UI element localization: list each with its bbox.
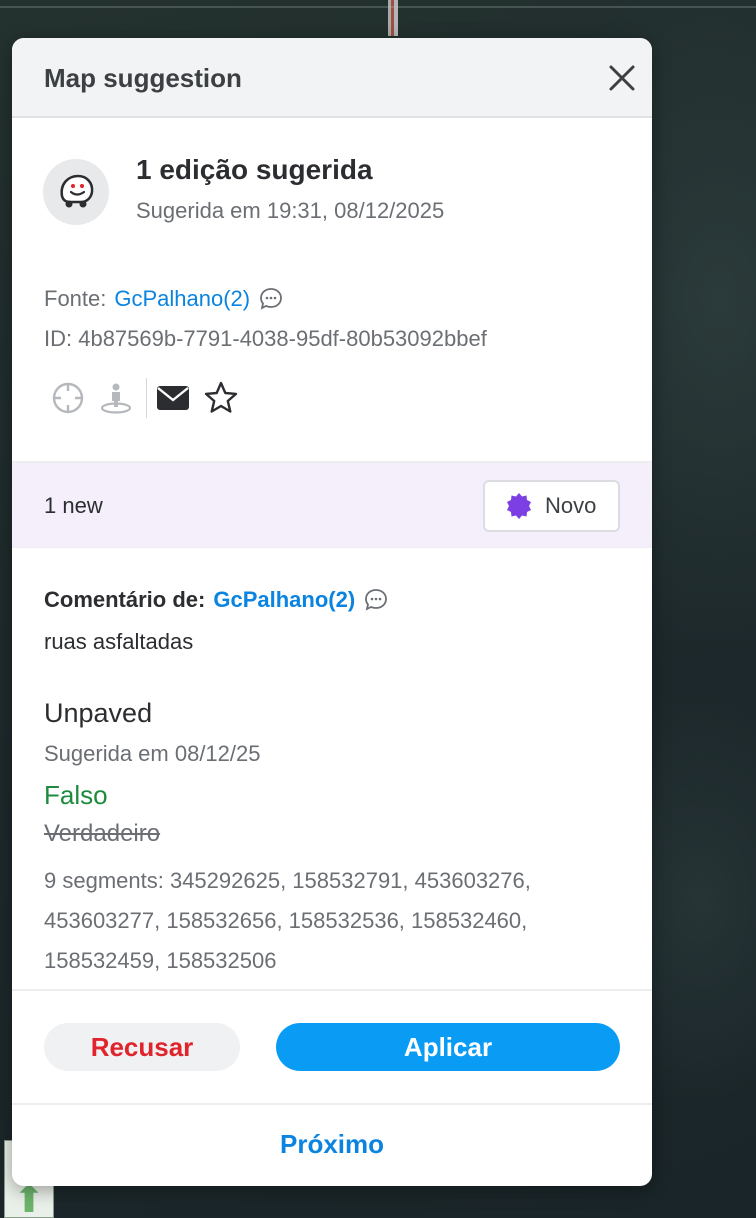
old-value: Verdadeiro	[44, 820, 161, 847]
attribute-name: Unpaved	[44, 698, 153, 728]
star-icon	[204, 381, 238, 413]
panel-header: Map suggestion	[12, 38, 652, 118]
new-status-bar: 1 new Novo	[12, 463, 652, 548]
suggestion-timestamp: Sugerida em 19:31, 08/12/2025	[136, 198, 445, 223]
action-row	[48, 376, 249, 420]
novo-badge-label: Novo	[545, 493, 597, 518]
chat-icon[interactable]	[258, 286, 284, 312]
suggestion-id: ID: 4b87569b-7791-4038-95df-80b53092bbef	[44, 326, 487, 351]
suggestion-detail: Comentário de: GcPalhano(2) ruas asfalta…	[12, 548, 652, 991]
action-divider	[146, 378, 147, 418]
next-button[interactable]: Próximo	[12, 1129, 652, 1160]
message-button[interactable]	[153, 378, 193, 418]
street-view-button[interactable]	[96, 378, 136, 418]
crosshair-icon	[52, 382, 84, 414]
comment-label: Comentário de:	[44, 587, 206, 612]
segments-list: 9 segments: 345292625, 158532791, 453603…	[44, 868, 531, 973]
up-arrow-icon: ⬆	[13, 1177, 45, 1218]
comment-text: ruas asfaltadas	[44, 629, 194, 654]
reject-button[interactable]: Recusar	[44, 1023, 240, 1071]
next-row: Próximo	[12, 1105, 652, 1184]
chat-icon[interactable]	[363, 587, 389, 613]
close-icon	[609, 65, 635, 91]
close-button[interactable]	[602, 58, 642, 98]
new-value: Falso	[44, 780, 108, 810]
suggestion-count-title: 1 edição sugerida	[136, 154, 373, 185]
comment-user-link[interactable]: GcPalhano(2)	[213, 587, 355, 613]
badge-seal-icon	[507, 493, 531, 519]
source-user-link[interactable]: GcPalhano(2)	[114, 286, 250, 312]
center-map-button[interactable]	[48, 378, 88, 418]
panel-title: Map suggestion	[44, 63, 242, 93]
apply-button[interactable]: Aplicar	[276, 1023, 620, 1071]
favorite-button[interactable]	[201, 378, 241, 418]
attribute-date: Sugerida em 08/12/25	[44, 741, 261, 766]
avatar	[43, 159, 109, 225]
waze-icon	[60, 174, 94, 208]
source-line: Fonte: GcPalhano(2)	[44, 286, 284, 312]
source-label: Fonte:	[44, 286, 107, 311]
envelope-icon	[157, 386, 189, 410]
novo-status-badge[interactable]: Novo	[483, 480, 620, 532]
comment-line: Comentário de: GcPalhano(2)	[44, 587, 389, 613]
decision-buttons: Recusar Aplicar	[12, 991, 652, 1105]
street-view-icon	[100, 383, 132, 414]
map-road-line	[0, 6, 756, 8]
new-count: 1 new	[44, 493, 103, 518]
suggestion-summary: 1 edição sugerida Sugerida em 19:31, 08/…	[12, 118, 652, 463]
map-suggestion-panel: Map suggestion 1 edição sugerida Sugerid…	[12, 38, 652, 1186]
